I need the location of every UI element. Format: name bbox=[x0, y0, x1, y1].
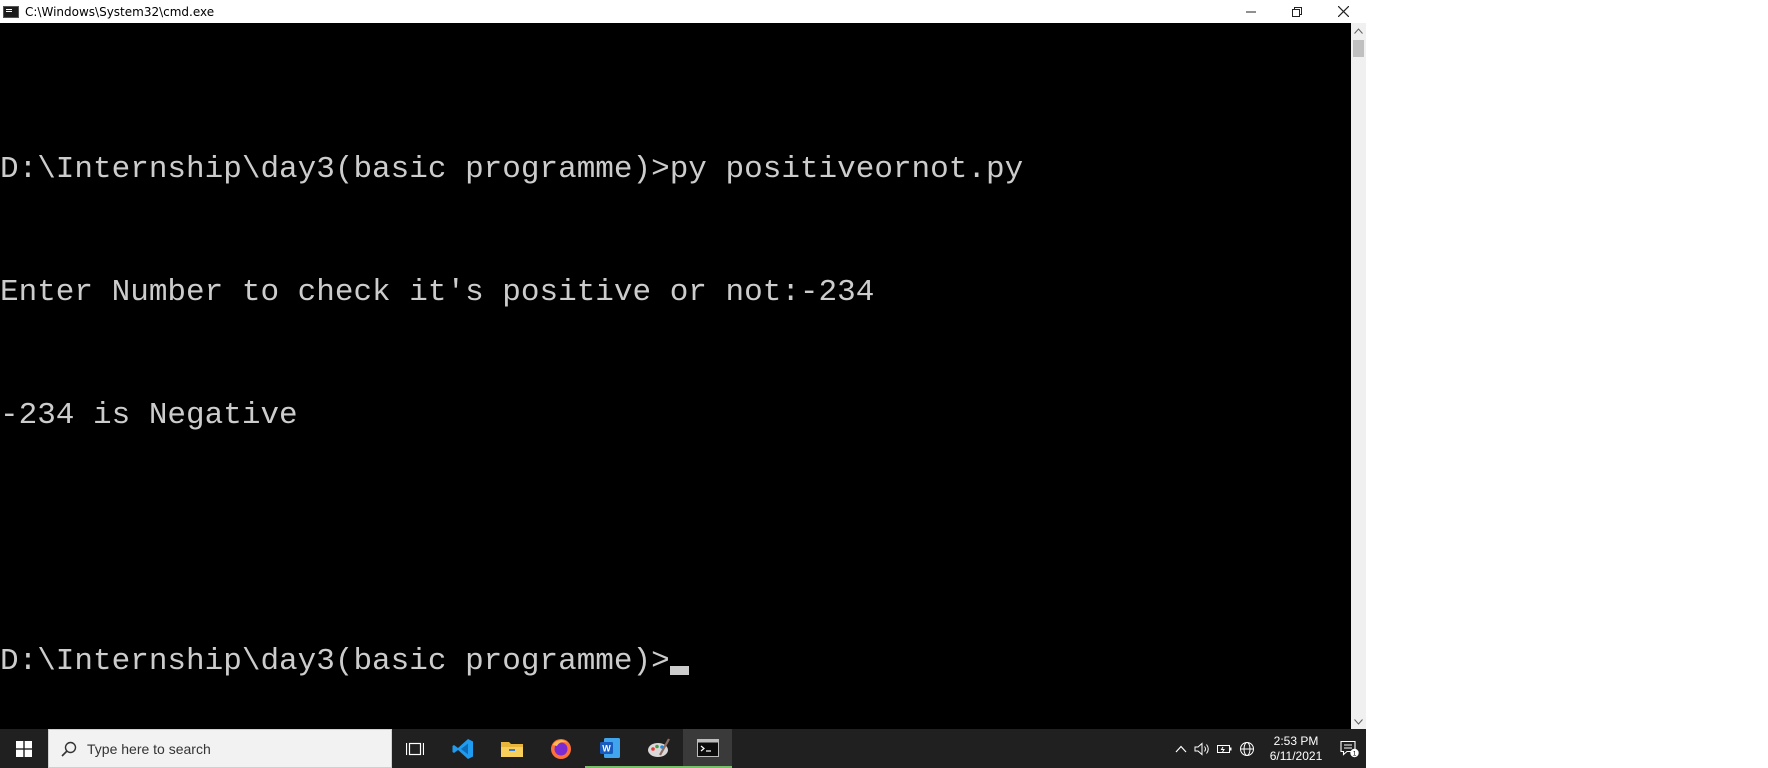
network-button[interactable] bbox=[1236, 729, 1258, 768]
start-button[interactable] bbox=[0, 729, 48, 768]
search-icon bbox=[61, 741, 77, 757]
clock-date: 6/11/2021 bbox=[1269, 748, 1323, 763]
taskbar-app-firefox[interactable] bbox=[536, 729, 585, 768]
search-placeholder: Type here to search bbox=[87, 740, 211, 757]
power-button[interactable] bbox=[1214, 729, 1236, 768]
taskbar-app-file-explorer[interactable] bbox=[487, 729, 536, 768]
show-hidden-icons-button[interactable] bbox=[1170, 729, 1192, 768]
firefox-icon bbox=[550, 738, 571, 759]
vertical-scrollbar[interactable] bbox=[1351, 23, 1366, 729]
volume-button[interactable] bbox=[1192, 729, 1214, 768]
battery-plug-icon bbox=[1217, 744, 1232, 753]
window-title-bar[interactable]: C:\Windows\System32\cmd.exe bbox=[0, 0, 1366, 23]
minimize-button[interactable] bbox=[1228, 0, 1274, 23]
taskbar-clock[interactable]: 2:53 PM 6/11/2021 bbox=[1258, 729, 1334, 768]
restore-icon bbox=[1292, 6, 1302, 17]
console-line: Enter Number to check it's positive or n… bbox=[0, 275, 875, 310]
window-controls bbox=[1228, 0, 1366, 23]
word-icon: W bbox=[599, 737, 620, 758]
console-line: D:\Internship\day3(basic programme)>py p… bbox=[0, 152, 1024, 187]
taskbar-app-vscode[interactable] bbox=[438, 729, 487, 768]
clock-time: 2:53 PM bbox=[1273, 733, 1319, 748]
globe-icon bbox=[1240, 741, 1254, 756]
speaker-icon bbox=[1194, 741, 1209, 756]
taskbar: Type here to search W 2:53 PM 6/11/2021 … bbox=[0, 729, 1366, 768]
notification-count: 1 bbox=[1353, 750, 1357, 757]
chevron-up-icon bbox=[1175, 745, 1187, 752]
cmd-icon bbox=[696, 738, 719, 757]
paint-icon bbox=[647, 737, 670, 757]
taskbar-app-word[interactable]: W bbox=[585, 729, 634, 768]
cmd-window-icon[interactable] bbox=[3, 5, 19, 18]
console-line: -234 is Negative bbox=[0, 398, 298, 433]
taskbar-app-paint[interactable] bbox=[634, 729, 683, 768]
text-cursor bbox=[669, 666, 689, 675]
scrollbar-thumb[interactable] bbox=[1353, 40, 1364, 57]
restore-button[interactable] bbox=[1274, 0, 1320, 23]
vscode-icon bbox=[452, 738, 473, 759]
scroll-down-button[interactable] bbox=[1351, 714, 1366, 729]
windows-logo-icon bbox=[16, 740, 32, 757]
chevron-down-icon bbox=[1354, 718, 1363, 725]
svg-text:W: W bbox=[602, 743, 611, 753]
task-view-button[interactable] bbox=[392, 729, 438, 768]
action-center-button[interactable]: 1 bbox=[1334, 729, 1366, 768]
console-lines: D:\Internship\day3(basic programme)>py p… bbox=[0, 67, 1023, 764]
console-prompt: D:\Internship\day3(basic programme)> bbox=[0, 644, 670, 679]
scroll-up-button[interactable] bbox=[1351, 23, 1366, 38]
window-title: C:\Windows\System32\cmd.exe bbox=[25, 4, 215, 19]
close-button[interactable] bbox=[1320, 0, 1366, 23]
console-output[interactable]: D:\Internship\day3(basic programme)>py p… bbox=[0, 23, 1351, 729]
system-tray: 2:53 PM 6/11/2021 bbox=[1170, 729, 1334, 768]
file-explorer-icon bbox=[500, 741, 523, 757]
taskbar-search-box[interactable]: Type here to search bbox=[48, 729, 392, 768]
desktop: C:\Windows\System32\cmd.exe D:\Internshi… bbox=[0, 0, 1366, 768]
notification-icon: 1 bbox=[1340, 740, 1359, 757]
minimize-icon bbox=[1246, 11, 1256, 12]
chevron-up-icon bbox=[1354, 27, 1363, 34]
console-prompt-line[interactable]: D:\Internship\day3(basic programme)> bbox=[0, 641, 1023, 682]
task-view-icon bbox=[406, 742, 424, 755]
taskbar-app-cmd[interactable] bbox=[683, 729, 732, 768]
close-icon bbox=[1337, 6, 1349, 17]
